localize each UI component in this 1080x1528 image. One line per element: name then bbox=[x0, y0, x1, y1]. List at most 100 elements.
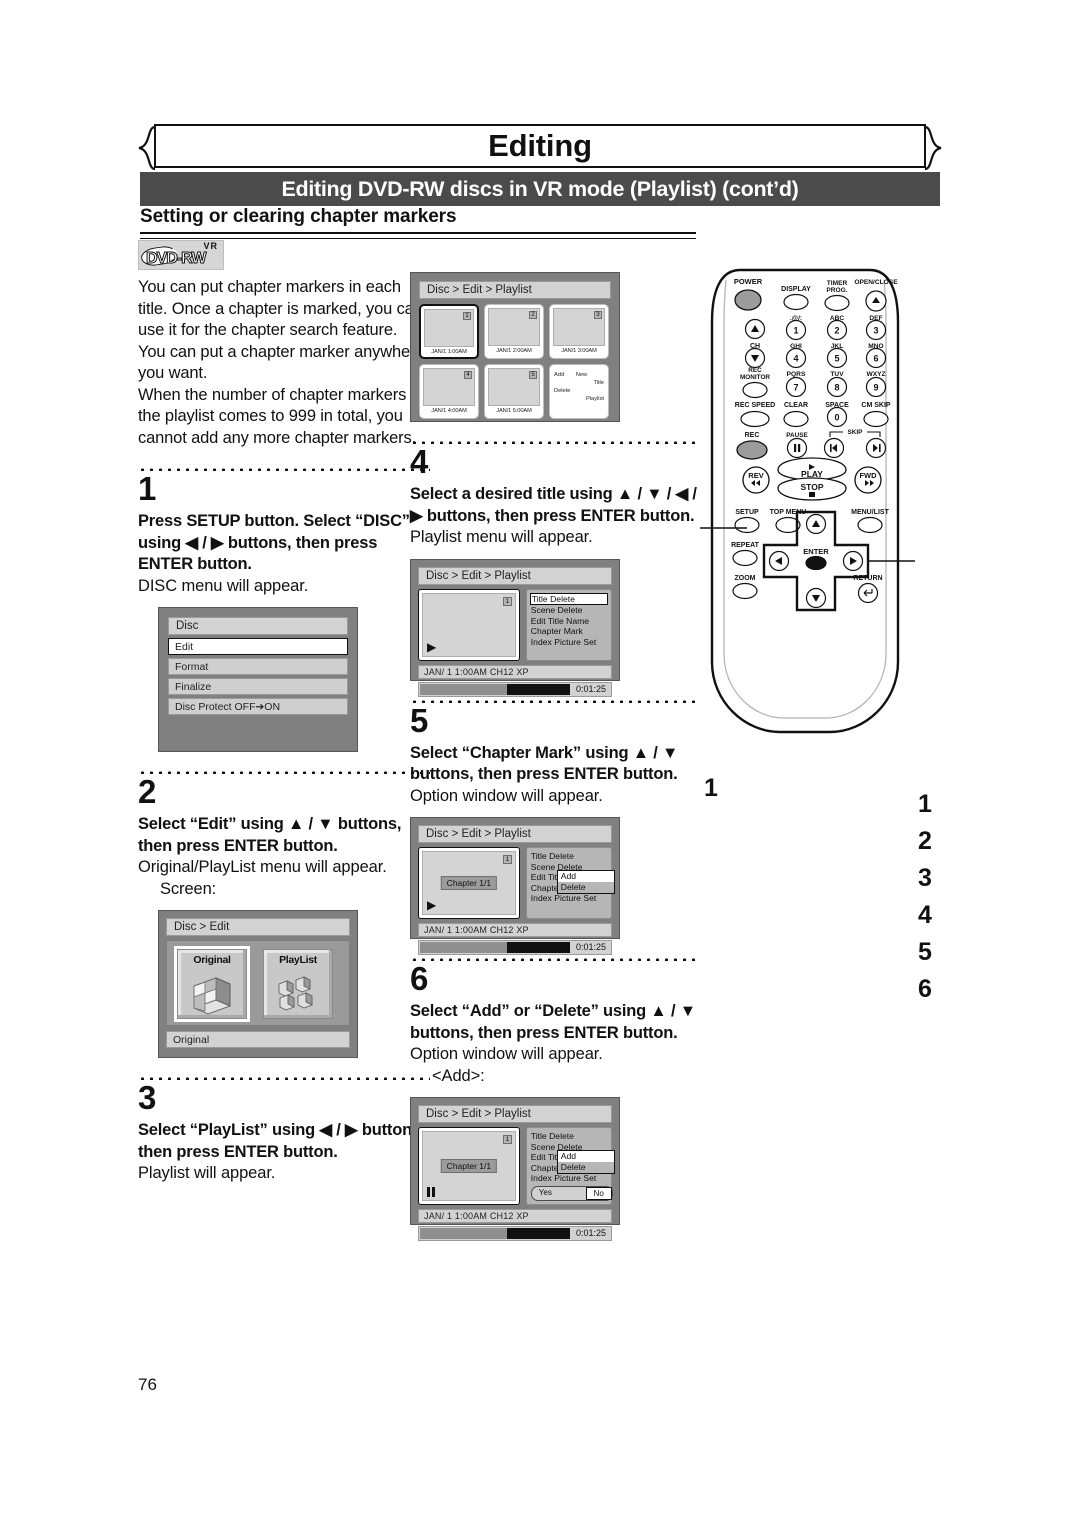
chapter-mark-popup: Add Delete bbox=[556, 870, 615, 894]
svg-text:FWD: FWD bbox=[859, 471, 877, 480]
title-number-badge: 4 bbox=[464, 371, 472, 379]
step-divider bbox=[138, 768, 430, 774]
svg-text:MONITOR: MONITOR bbox=[740, 374, 770, 381]
menu-item-index-picture-set[interactable]: Index Picture Set bbox=[531, 637, 607, 648]
menu-item-index-picture-set[interactable]: Index Picture Set bbox=[531, 1173, 607, 1184]
step-number-3: 3 bbox=[138, 1079, 157, 1116]
progress-track[interactable] bbox=[420, 942, 570, 953]
sub-banner: Editing DVD-RW discs in VR mode (Playlis… bbox=[140, 172, 940, 206]
menu-item-title-delete[interactable]: Title Delete bbox=[531, 1131, 607, 1142]
svg-text:7: 7 bbox=[793, 383, 798, 393]
intro-paragraph-3: When the number of chapter markers in th… bbox=[138, 385, 424, 447]
callout-right-3: 3 bbox=[918, 864, 932, 892]
osd-disc-title: Disc bbox=[168, 617, 348, 635]
osd-tile-playlist[interactable]: PlayList bbox=[263, 949, 333, 1019]
osd-disc-row-protect[interactable]: Disc Protect OFF➔ON bbox=[168, 698, 348, 715]
progress-track[interactable] bbox=[420, 1228, 570, 1239]
popup-item-delete[interactable]: Delete bbox=[557, 1162, 614, 1173]
elapsed-time: 0:01:25 bbox=[575, 1228, 606, 1238]
progress-track[interactable] bbox=[420, 683, 570, 695]
delete-label: Delete bbox=[554, 388, 571, 394]
svg-text:SKIP: SKIP bbox=[848, 429, 864, 436]
list-item[interactable]: 4 JAN/1 4:00AM bbox=[419, 364, 479, 419]
popup-item-add[interactable]: Add bbox=[558, 1151, 614, 1162]
thumbnail-caption: JAN/1 1:00AM bbox=[431, 349, 467, 355]
step-3-note: Playlist will appear. bbox=[138, 1164, 276, 1182]
step-number-6: 6 bbox=[410, 960, 429, 997]
svg-text:CLEAR: CLEAR bbox=[784, 402, 808, 409]
thumbnail-caption: JAN/1 4:00AM bbox=[431, 408, 467, 414]
svg-text:0: 0 bbox=[834, 413, 839, 423]
step-number-1: 1 bbox=[138, 470, 157, 507]
osd-playlist-title: Disc > Edit > Playlist bbox=[419, 281, 611, 299]
osd-playlist-detail-step4: Disc > Edit > Playlist 1 ▶ Title Delete … bbox=[410, 558, 620, 697]
menu-item-title-delete[interactable]: Title Delete bbox=[529, 592, 608, 606]
menu-item-edit-title-name[interactable]: Edit Title Name bbox=[531, 616, 607, 627]
menu-item-index-picture-set[interactable]: Index Picture Set bbox=[531, 893, 607, 904]
no-button[interactable]: No bbox=[585, 1187, 612, 1200]
menu-item-title-delete[interactable]: Title Delete bbox=[531, 851, 607, 862]
add-label: Add bbox=[554, 372, 565, 378]
osd-disc-row-finalize[interactable]: Finalize bbox=[168, 678, 348, 695]
osd-detail-title: Disc > Edit > Playlist bbox=[418, 825, 612, 843]
list-item[interactable]: 1 JAN/1 1:00AM bbox=[419, 304, 479, 359]
popup-item-add[interactable]: Add bbox=[558, 871, 614, 882]
callout-left-1: 1 bbox=[704, 774, 718, 802]
step-6-instruction: Select “Add” or “Delete” using ▲ / ▼ but… bbox=[410, 1002, 696, 1042]
thumbnail: 1 bbox=[424, 309, 474, 347]
thumbnail: 4 bbox=[423, 368, 475, 406]
menu-item-scene-delete[interactable]: Scene Delete bbox=[531, 605, 607, 616]
remote-control-diagram: POWER DISPLAY TIMER PROG. OPEN/CLOSE .@/… bbox=[700, 262, 960, 1003]
yes-button[interactable]: Yes bbox=[532, 1187, 559, 1200]
list-item[interactable]: 2 JAN/1 2:00AM bbox=[484, 304, 544, 359]
logo-format-label: DVD-RW bbox=[145, 250, 207, 268]
svg-text:SETUP: SETUP bbox=[735, 509, 759, 516]
title-number-badge: 5 bbox=[529, 371, 537, 379]
preview-pane: 1 Chapter 1/1 ▶ bbox=[418, 847, 520, 919]
svg-text:REC: REC bbox=[748, 367, 762, 374]
pause-icon bbox=[427, 1187, 436, 1197]
osd-disc-row-format[interactable]: Format bbox=[168, 658, 348, 675]
dvd-rw-vr-logo-icon: VR DVD-RW bbox=[138, 240, 224, 270]
preview-pane: 1 ▶ bbox=[418, 588, 520, 661]
svg-text:6: 6 bbox=[873, 354, 878, 364]
svg-text:4: 4 bbox=[793, 354, 798, 364]
svg-text:2: 2 bbox=[834, 326, 839, 336]
title-number-badge: 1 bbox=[502, 855, 512, 864]
menu-item-chapter-mark[interactable]: Chapter Mark bbox=[531, 626, 607, 637]
svg-text:REC: REC bbox=[745, 432, 760, 439]
playlist-label: Playlist bbox=[585, 396, 604, 402]
title-label: Title bbox=[593, 380, 604, 386]
list-item[interactable]: 5 JAN/1 5:00AM bbox=[484, 364, 544, 419]
svg-text:TIMER: TIMER bbox=[827, 280, 848, 287]
popup-item-delete[interactable]: Delete bbox=[557, 882, 614, 893]
elapsed-time: 0:01:25 bbox=[575, 683, 606, 694]
osd-progress-bar: 0:01:25 bbox=[418, 681, 612, 697]
step-divider bbox=[410, 438, 700, 444]
callout-right-6: 6 bbox=[918, 975, 932, 1003]
thumbnail-caption: JAN/1 2:00AM bbox=[496, 348, 532, 354]
osd-detail-info: JAN/ 1 1:00AM CH12 XP bbox=[418, 664, 612, 679]
svg-text:CM SKIP: CM SKIP bbox=[861, 402, 891, 409]
title-number-badge: 3 bbox=[594, 311, 602, 319]
svg-text:MENU/LIST: MENU/LIST bbox=[851, 509, 889, 516]
list-item[interactable]: 3 JAN/1 3:00AM bbox=[549, 304, 609, 359]
add-new-title-text: Add New Title Delete Playlist bbox=[554, 371, 604, 403]
thumbnail: 3 bbox=[553, 308, 605, 346]
callout-right-4: 4 bbox=[918, 901, 932, 929]
osd-progress-bar: 0:01:25 bbox=[418, 1226, 612, 1241]
step-5-instruction: Select “Chapter Mark” using ▲ / ▼ button… bbox=[410, 743, 679, 784]
svg-text:OPEN/CLOSE: OPEN/CLOSE bbox=[854, 279, 898, 286]
osd-detail-info: JAN/ 1 1:00AM CH12 XP bbox=[418, 1209, 612, 1223]
add-new-title-cell[interactable]: Add New Title Delete Playlist bbox=[549, 364, 609, 419]
chapter-indicator: Chapter 1/1 bbox=[440, 1159, 498, 1173]
play-icon: ▶ bbox=[427, 898, 437, 912]
osd-playlist-detail-step5: Disc > Edit > Playlist 1 Chapter 1/1 ▶ T… bbox=[410, 817, 620, 955]
title-number-badge: 1 bbox=[463, 312, 471, 320]
osd-edit-menu: Disc > Edit Original PlayList Original bbox=[158, 910, 358, 1058]
thumbnail-caption: JAN/1 3:00AM bbox=[561, 348, 597, 354]
osd-tile-original[interactable]: Original bbox=[174, 946, 250, 1022]
step-divider bbox=[410, 696, 700, 703]
osd-detail-body: 1 ▶ Title Delete Scene Delete Edit Title… bbox=[418, 588, 612, 661]
osd-disc-row-edit[interactable]: Edit bbox=[168, 638, 348, 655]
